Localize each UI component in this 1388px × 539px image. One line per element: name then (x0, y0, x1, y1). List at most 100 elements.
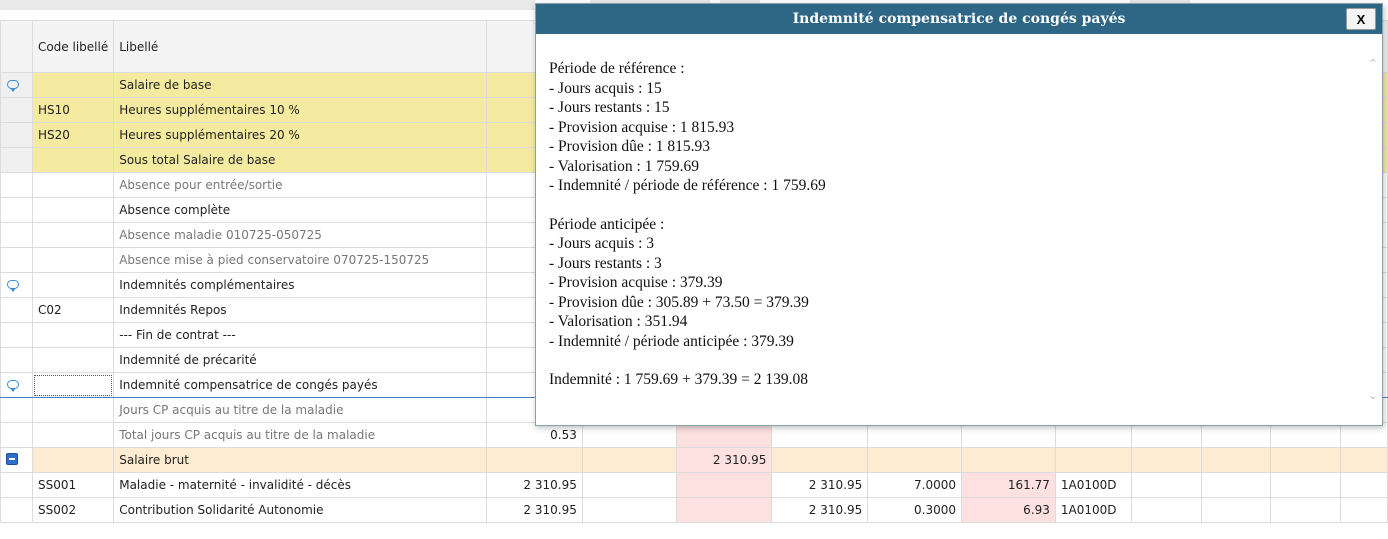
row-icon-cell[interactable] (0, 422, 33, 448)
code-cell[interactable] (31, 322, 115, 348)
employee-amount-cell[interactable] (961, 447, 1056, 473)
extra-cell[interactable] (1130, 447, 1202, 473)
value-cell[interactable] (581, 497, 677, 523)
amount-cell[interactable]: 2 310.95 (486, 472, 583, 498)
header-libelle[interactable]: Libellé (113, 20, 487, 73)
code-cell[interactable] (31, 347, 115, 373)
code-cell[interactable]: C02 (31, 297, 115, 323)
label-cell[interactable]: Indemnité compensatrice de congés payés (113, 372, 487, 398)
code-cell[interactable] (31, 222, 115, 248)
rate-cell[interactable] (867, 422, 963, 448)
dialog-scrollbar[interactable]: ⌃ ⌄ (1366, 35, 1380, 423)
row-icon-cell[interactable] (0, 447, 33, 473)
base-cell[interactable] (771, 447, 869, 473)
rate-cell[interactable] (867, 447, 963, 473)
row-icon-cell[interactable] (0, 72, 33, 98)
code-cell[interactable] (31, 247, 115, 273)
close-button[interactable]: X (1346, 8, 1376, 30)
extra-cell[interactable] (1270, 472, 1342, 498)
extra-cell[interactable] (1200, 472, 1272, 498)
code-cell[interactable] (31, 422, 115, 448)
label-cell[interactable]: Salaire brut (113, 447, 487, 473)
label-cell[interactable]: Sous total Salaire de base (113, 147, 487, 173)
base-cell[interactable]: 2 310.95 (771, 472, 869, 498)
org-code-cell[interactable] (1054, 447, 1132, 473)
row-icon-cell[interactable] (0, 397, 33, 423)
extra-cell[interactable] (1200, 447, 1272, 473)
value-cell[interactable] (581, 447, 677, 473)
value-cell[interactable] (581, 472, 677, 498)
extra-cell[interactable] (1340, 497, 1388, 523)
extra-cell[interactable] (1340, 472, 1388, 498)
code-cell[interactable]: HS20 (31, 122, 115, 148)
code-cell[interactable] (31, 397, 115, 423)
employee-amount-cell[interactable] (961, 422, 1056, 448)
label-cell[interactable]: Maladie - maternité - invalidité - décès (113, 472, 487, 498)
code-cell[interactable]: SS002 (31, 497, 115, 523)
label-cell[interactable]: Contribution Solidarité Autonomie (113, 497, 487, 523)
label-cell[interactable]: Absence maladie 010725-050725 (113, 222, 487, 248)
label-cell[interactable]: Indemnités complémentaires (113, 272, 487, 298)
label-cell[interactable]: Salaire de base (113, 72, 487, 98)
scroll-up-icon[interactable]: ⌃ (1368, 58, 1378, 69)
value-cell[interactable]: 2 310.95 (675, 447, 773, 473)
header-code-libelle[interactable]: Code libellé (31, 20, 115, 73)
extra-cell[interactable] (1130, 422, 1202, 448)
extra-cell[interactable] (1340, 422, 1388, 448)
label-cell[interactable]: Absence pour entrée/sortie (113, 172, 487, 198)
label-cell[interactable]: Jours CP acquis au titre de la maladie (113, 397, 487, 423)
value-cell[interactable] (675, 497, 773, 523)
base-cell[interactable] (771, 422, 869, 448)
extra-cell[interactable] (1340, 447, 1388, 473)
collapse-minus-icon[interactable] (6, 452, 18, 465)
org-code-cell[interactable]: 1A0100D (1054, 497, 1132, 523)
comment-icon[interactable] (7, 80, 19, 92)
base-cell[interactable]: 2 310.95 (771, 497, 869, 523)
employee-amount-cell[interactable]: 6.93 (961, 497, 1056, 523)
amount-cell[interactable]: 2 310.95 (486, 497, 583, 523)
comment-icon[interactable] (7, 380, 19, 392)
code-cell[interactable] (31, 272, 115, 298)
table-row[interactable]: SS002 Contribution Solidarité Autonomie 2 … (0, 497, 1388, 523)
rate-cell[interactable]: 0.3000 (867, 497, 963, 523)
code-cell[interactable]: HS10 (31, 97, 115, 123)
row-icon-cell[interactable] (0, 247, 33, 273)
code-cell[interactable] (31, 72, 115, 98)
row-icon-cell[interactable] (0, 472, 33, 498)
label-cell[interactable]: Indemnité de précarité (113, 347, 487, 373)
table-row[interactable]: Total jours CP acquis au titre de la mal… (0, 422, 1388, 448)
extra-cell[interactable] (1270, 447, 1342, 473)
extra-cell[interactable] (1130, 497, 1202, 523)
code-cell[interactable] (31, 147, 115, 173)
row-icon-cell[interactable] (0, 122, 33, 148)
extra-cell[interactable] (1270, 422, 1342, 448)
row-icon-cell[interactable] (0, 197, 33, 223)
label-cell[interactable]: Absence mise à pied conservatoire 070725… (113, 247, 487, 273)
scroll-down-icon[interactable]: ⌄ (1368, 390, 1378, 401)
extra-cell[interactable] (1200, 497, 1272, 523)
employee-amount-cell[interactable]: 161.77 (961, 472, 1056, 498)
label-cell[interactable]: Indemnités Repos (113, 297, 487, 323)
rate-cell[interactable]: 7.0000 (867, 472, 963, 498)
row-icon-cell[interactable] (0, 272, 33, 298)
code-cell[interactable] (31, 372, 115, 398)
table-row[interactable]: SS001 Maladie - maternité - invalidité - … (0, 472, 1388, 498)
org-code-cell[interactable]: 1A0100D (1054, 472, 1132, 498)
row-icon-cell[interactable] (0, 297, 33, 323)
amount-cell[interactable] (486, 447, 583, 473)
extra-cell[interactable] (1130, 472, 1202, 498)
extra-cell[interactable] (1200, 422, 1272, 448)
code-cell[interactable] (31, 172, 115, 198)
label-cell[interactable]: --- Fin de contrat --- (113, 322, 487, 348)
code-cell[interactable] (31, 197, 115, 223)
value-cell[interactable] (581, 422, 677, 448)
amount-cell[interactable]: 0.53 (486, 422, 583, 448)
label-cell[interactable]: Total jours CP acquis au titre de la mal… (113, 422, 487, 448)
label-cell[interactable]: Heures supplémentaires 20 % (113, 122, 487, 148)
comment-icon[interactable] (7, 280, 19, 292)
row-icon-cell[interactable] (0, 172, 33, 198)
value-cell[interactable] (675, 472, 773, 498)
table-row[interactable]: Salaire brut 2 310.95 (0, 447, 1388, 473)
row-icon-cell[interactable] (0, 222, 33, 248)
row-icon-cell[interactable] (0, 497, 33, 523)
